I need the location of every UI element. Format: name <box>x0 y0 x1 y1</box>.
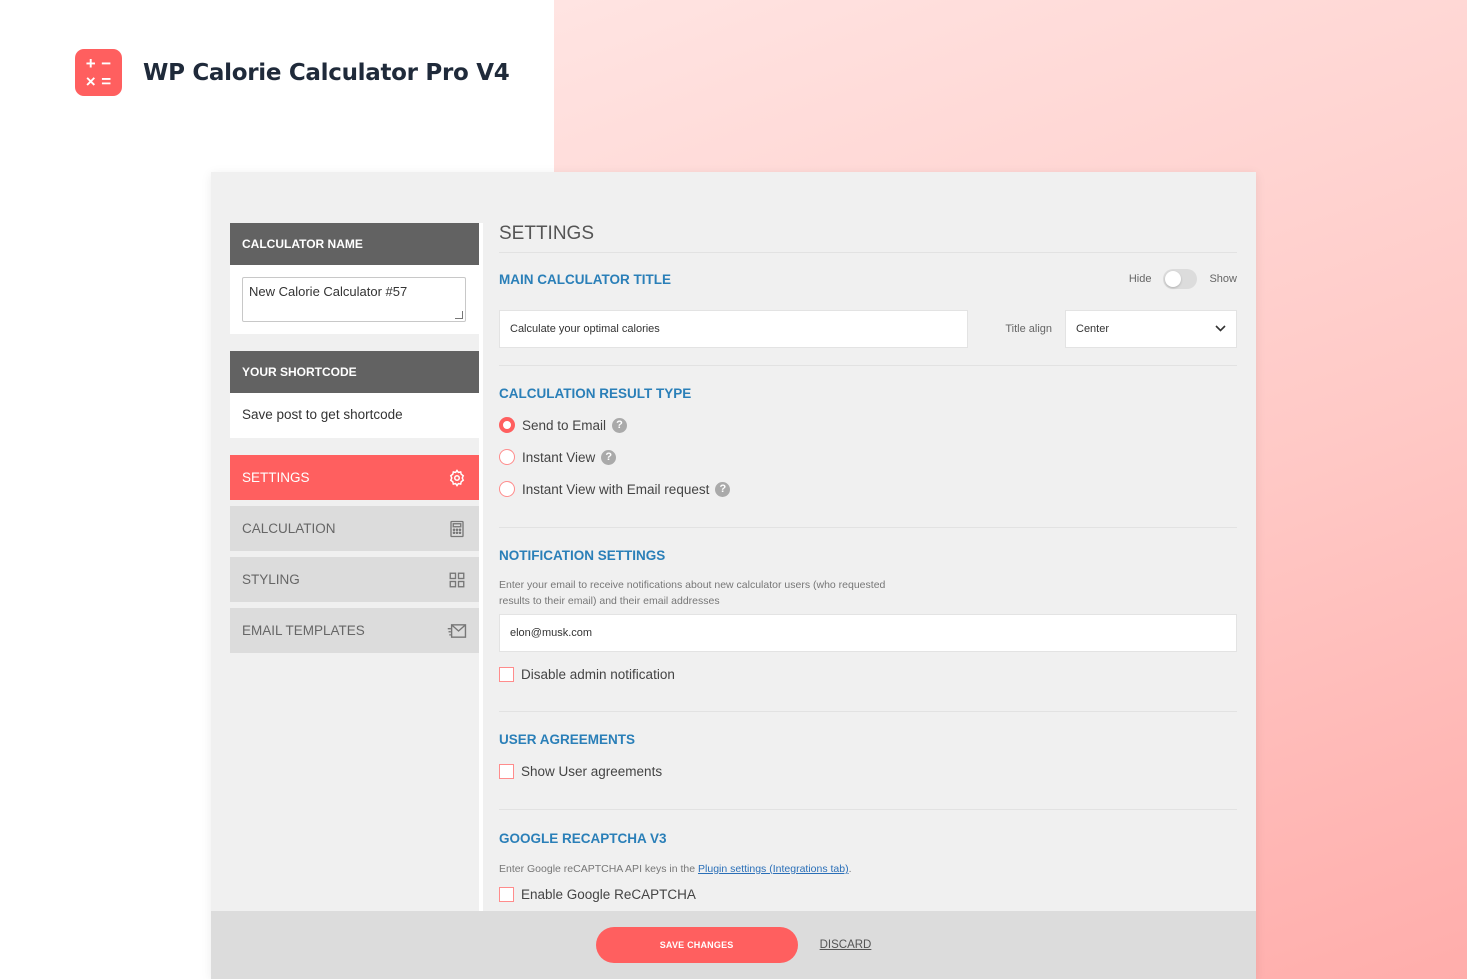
result-type-option-instant-view-email[interactable]: Instant View with Email request ? <box>499 473 1237 505</box>
help-icon[interactable]: ? <box>612 417 628 433</box>
calculator-icon: + − × = <box>75 49 122 96</box>
recaptcha-description: Enter Google reCAPTCHA API keys in the P… <box>499 861 1237 877</box>
save-changes-button[interactable]: SAVE CHANGES <box>595 927 798 963</box>
calculator-title-input[interactable]: Calculate your optimal calories <box>499 310 968 348</box>
checkbox-label: Enable Google ReCAPTCHA <box>521 887 696 902</box>
shortcode-header: YOUR SHORTCODE <box>230 351 479 393</box>
section-title-calculation-result-type: CALCULATION RESULT TYPE <box>499 386 692 401</box>
calculator-name-value: New Calorie Calculator #57 <box>249 284 408 299</box>
resize-handle-icon[interactable] <box>455 311 463 319</box>
calculator-name-header: CALCULATOR NAME <box>230 223 479 265</box>
divider <box>499 527 1237 528</box>
section-title-notification-settings: NOTIFICATION SETTINGS <box>499 548 666 563</box>
title-align-value: Center <box>1076 323 1110 335</box>
settings-main: SETTINGS MAIN CALCULATOR TITLE Hide Show… <box>499 223 1237 902</box>
page-title: SETTINGS <box>499 223 1237 253</box>
nav-item-settings[interactable]: SETTINGS <box>230 455 479 500</box>
nav-item-email-templates[interactable]: EMAIL TEMPLATES <box>230 608 479 653</box>
show-label: Show <box>1209 273 1237 285</box>
discard-link[interactable]: DISCARD <box>820 939 872 951</box>
notification-email-value: elon@musk.com <box>510 627 593 639</box>
radio-button[interactable] <box>499 481 515 497</box>
footer-bar: SAVE CHANGES DISCARD <box>211 911 1256 979</box>
divider <box>499 711 1237 712</box>
hide-label: Hide <box>1128 273 1152 285</box>
checkbox[interactable] <box>499 764 514 779</box>
calculator-icon <box>447 519 467 539</box>
chevron-down-icon <box>1215 311 1226 347</box>
calculator-name-input[interactable]: New Calorie Calculator #57 <box>242 277 466 322</box>
notification-email-input[interactable]: elon@musk.com <box>499 614 1237 652</box>
option-label: Instant View with Email request <box>522 481 710 497</box>
notification-description-line2: results to their email) and their email … <box>499 595 720 607</box>
title-align-label: Title align <box>1005 323 1052 335</box>
grid-icon <box>447 570 467 590</box>
plugin-settings-link[interactable]: Plugin settings (Integrations tab) <box>698 863 849 875</box>
sidebar: CALCULATOR NAME New Calorie Calculator #… <box>230 223 479 659</box>
nav-item-styling[interactable]: STYLING <box>230 557 479 602</box>
help-icon[interactable]: ? <box>715 481 731 497</box>
title-align-select[interactable]: Center <box>1065 310 1237 348</box>
email-icon <box>447 621 467 641</box>
shortcode-box: YOUR SHORTCODE Save post to get shortcod… <box>230 351 479 438</box>
recaptcha-description-prefix: Enter Google reCAPTCHA API keys in the <box>499 863 699 875</box>
toggle-knob <box>1165 271 1182 287</box>
show-user-agreements-row[interactable]: Show User agreements <box>499 764 1237 779</box>
nav-label: CALCULATION <box>242 521 336 536</box>
notification-description-line1: Enter your email to receive notification… <box>499 579 886 591</box>
result-type-option-send-to-email[interactable]: Send to Email ? <box>499 409 1237 441</box>
recaptcha-description-suffix: . <box>848 863 852 875</box>
checkbox[interactable] <box>499 667 514 682</box>
help-icon[interactable]: ? <box>601 449 617 465</box>
section-title-user-agreements: USER AGREEMENTS <box>499 732 636 747</box>
divider <box>499 809 1237 810</box>
nav-label: SETTINGS <box>242 470 310 485</box>
brand-title: WP Calorie Calculator Pro V4 <box>143 59 510 86</box>
calculator-title-value: Calculate your optimal calories <box>510 323 660 335</box>
option-label: Instant View <box>522 449 596 465</box>
checkbox-label: Show User agreements <box>521 764 663 779</box>
calculator-settings-panel: CALCULATOR NAME New Calorie Calculator #… <box>211 172 1256 979</box>
brand-header: + − × = WP Calorie Calculator Pro V4 <box>75 49 510 96</box>
result-type-option-instant-view[interactable]: Instant View ? <box>499 441 1237 473</box>
gear-icon <box>447 468 467 488</box>
nav-label: STYLING <box>242 572 300 587</box>
nav-label: EMAIL TEMPLATES <box>242 623 365 638</box>
vertical-divider <box>479 223 483 913</box>
radio-button[interactable] <box>499 417 515 433</box>
option-label: Send to Email <box>522 417 607 433</box>
shortcode-text: Save post to get shortcode <box>242 407 403 422</box>
checkbox-label: Disable admin notification <box>521 667 675 682</box>
divider <box>499 365 1237 366</box>
title-visibility-toggle-group: Hide Show <box>1129 269 1237 289</box>
title-visibility-toggle[interactable] <box>1163 269 1198 289</box>
section-title-google-recaptcha: GOOGLE RECAPTCHA V3 <box>499 831 667 846</box>
checkbox[interactable] <box>499 887 514 902</box>
radio-button[interactable] <box>499 449 515 465</box>
enable-recaptcha-row[interactable]: Enable Google ReCAPTCHA <box>499 887 1237 902</box>
nav-item-calculation[interactable]: CALCULATION <box>230 506 479 551</box>
section-title-main-calculator-title: MAIN CALCULATOR TITLE <box>499 271 671 287</box>
calculator-name-box: CALCULATOR NAME New Calorie Calculator #… <box>230 223 479 334</box>
disable-admin-notification-row[interactable]: Disable admin notification <box>499 667 1237 682</box>
